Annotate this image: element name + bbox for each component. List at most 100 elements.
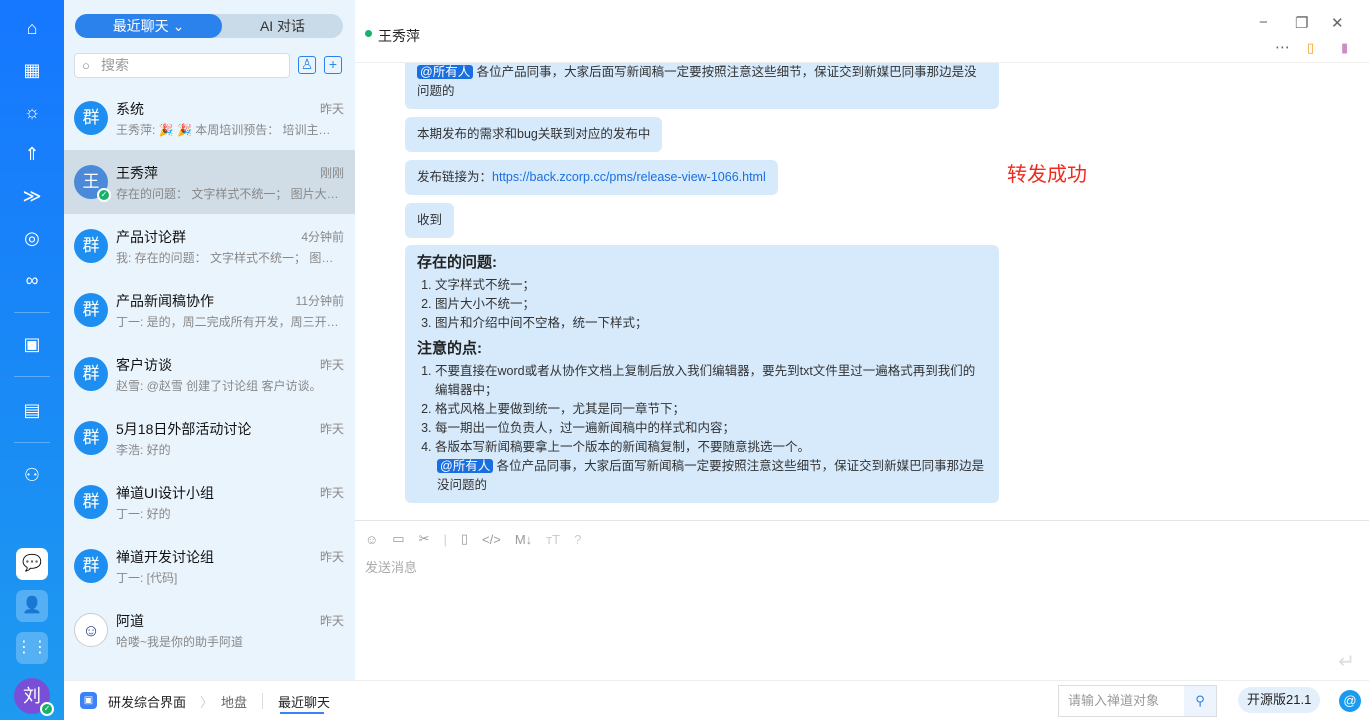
sidebar-toggle-icon[interactable]: ▮ xyxy=(1341,40,1348,56)
chat-avatar: 群 xyxy=(74,485,108,519)
grid-icon[interactable]: ▦ xyxy=(20,58,44,82)
markdown-icon[interactable]: M↓ xyxy=(515,532,532,547)
code-icon[interactable]: </> xyxy=(482,532,501,547)
chat-time: 昨天 xyxy=(319,422,344,436)
list-item: 不要直接在word或者从协作文档上复制后放入我们编辑器，要先到txt文件里过一遍… xyxy=(435,362,987,400)
message-bubble: 发布链接为：https://back.zcorp.cc/pms/release-… xyxy=(405,160,778,195)
footer-bar: ▣ 研发综合界面 〉 地盘 最近聊天 请输入禅道对象 ⚲ 开源版21.1 @ xyxy=(64,680,1369,720)
divider xyxy=(14,442,50,443)
chat-preview: 存在的问题： 文字样式不统一； 图片大… xyxy=(116,187,339,201)
chat-list-item[interactable]: 群 产品新闻稿协作 11分钟前 丁一: 是的，周二完成所有开发，周三开… xyxy=(64,278,355,342)
chat-name: 产品讨论群 xyxy=(116,229,186,245)
apps-button[interactable]: ⋮⋮ xyxy=(16,632,48,664)
mention-all[interactable]: @所有人 xyxy=(417,65,474,79)
list-item: 各版本写新闻稿要拿上一个版本的新闻稿复制，不要随意挑选一个。 xyxy=(435,438,987,457)
tab-ai-chat[interactable]: AI 对话 xyxy=(222,14,343,38)
chat-list-panel: 最近聊天 ⌄ AI 对话 ○ 搜索 ♙ + 群 系统 昨天 王秀萍: 🎉 🎉 本周… xyxy=(64,0,355,680)
chat-list-item[interactable]: 群 客户访谈 昨天 赵雪: @赵雪 创建了讨论组 客户访谈。 xyxy=(64,342,355,406)
message-bubble-rich: 存在的问题: 文字样式不统一；图片大小不统一；图片和介绍中间不空格，统一下样式；… xyxy=(405,245,999,503)
app-rail: ⌂ ▦ ☼ ⇑ ≫ ◎ ∞ ▣ ▤ ⚇ 💬 👤 ⋮⋮ 刘 ✓ xyxy=(0,0,64,720)
chat-avatar: 王 ✓ xyxy=(74,165,111,202)
team-icon[interactable]: ⚇ xyxy=(20,463,44,487)
chat-name: 禅道UI设计小组 xyxy=(116,485,214,501)
report-icon[interactable]: ▣ xyxy=(20,332,44,356)
chat-avatar: 群 xyxy=(74,229,108,263)
divider: | xyxy=(443,531,447,547)
home-icon[interactable]: ⌂ xyxy=(20,16,44,40)
chat-avatar: 群 xyxy=(74,101,108,135)
help-icon[interactable]: ? xyxy=(574,532,581,547)
sprint-icon[interactable]: ≫ xyxy=(20,184,44,208)
global-search-input[interactable]: 请输入禅道对象 ⚲ xyxy=(1058,685,1217,717)
breadcrumb-separator: 〉 xyxy=(200,695,214,710)
chat-time: 4分钟前 xyxy=(301,230,344,244)
message-input[interactable]: 发送消息 xyxy=(365,557,417,576)
online-status-icon xyxy=(365,30,372,37)
rocket-icon[interactable]: ⇑ xyxy=(20,142,44,166)
breadcrumb-recent-chat[interactable]: 最近聊天 xyxy=(278,692,330,711)
list-item: 图片和介绍中间不空格，统一下样式； xyxy=(435,314,987,333)
chat-name: 5月18日外部活动讨论 xyxy=(116,421,252,437)
mention-all[interactable]: @所有人 xyxy=(437,459,494,473)
search-input[interactable]: ○ 搜索 xyxy=(74,53,290,78)
chat-list-item[interactable]: 群 5月18日外部活动讨论 昨天 李浩: 好的 xyxy=(64,406,355,470)
user-avatar[interactable]: 刘 ✓ xyxy=(14,678,54,716)
add-chat-button[interactable]: + xyxy=(324,56,342,74)
version-badge[interactable]: 开源版21.1 xyxy=(1238,687,1321,713)
more-icon[interactable]: ⋯ xyxy=(1275,38,1290,56)
message-bubble: 收到 xyxy=(405,203,455,238)
lightbulb-icon[interactable]: ☼ xyxy=(20,100,44,124)
chat-avatar: 群 xyxy=(74,549,108,583)
message-editor: ☺ ▭ ✂ | ▯ </> M↓ ᴛT ? 发送消息 ↵ xyxy=(355,520,1369,680)
divider xyxy=(262,693,263,709)
emoji-icon[interactable]: ☺ xyxy=(365,532,378,547)
section-heading: 存在的问题: xyxy=(417,254,497,271)
devops-icon[interactable]: ∞ xyxy=(20,268,44,292)
contacts-button[interactable]: 👤 xyxy=(16,590,48,622)
active-tab-indicator xyxy=(280,712,324,714)
doc-icon[interactable]: ▤ xyxy=(20,398,44,422)
online-check-icon: ✓ xyxy=(97,188,111,202)
forward-success-toast: 转发成功 xyxy=(1007,164,1087,186)
chat-list-item[interactable]: 群 禅道UI设计小组 昨天 丁一: 好的 xyxy=(64,470,355,534)
chat-name: 禅道开发讨论组 xyxy=(116,549,214,565)
minimize-button[interactable]: − xyxy=(1259,14,1268,31)
restore-button[interactable]: ❐ xyxy=(1295,14,1308,32)
history-icon[interactable]: ▯ xyxy=(1307,40,1314,56)
contacts-icon[interactable]: ♙ xyxy=(298,56,316,74)
chat-list-item[interactable]: ☺ 阿道 昨天 哈喽~我是你的助手阿道 xyxy=(64,598,355,662)
text-format-icon[interactable]: ᴛT xyxy=(546,532,560,547)
chat-preview: 丁一: 好的 xyxy=(116,507,171,521)
chat-preview: 李浩: 好的 xyxy=(116,443,171,457)
chat-name: 阿道 xyxy=(116,613,144,629)
list-item: 每一期出一位负责人，过一遍新闻稿中的样式和内容； xyxy=(435,419,987,438)
image-icon[interactable]: ▭ xyxy=(392,531,404,547)
chat-preview: 丁一: [代码] xyxy=(116,571,178,585)
chat-name: 王秀萍 xyxy=(116,165,158,181)
chat-name: 产品新闻稿协作 xyxy=(116,293,214,309)
send-icon[interactable]: ↵ xyxy=(1338,649,1355,674)
breadcrumb-dashboard[interactable]: 地盘 xyxy=(221,692,247,711)
qa-icon[interactable]: ◎ xyxy=(20,226,44,250)
breadcrumb-app[interactable]: 研发综合界面 xyxy=(108,692,186,711)
release-link[interactable]: https://back.zcorp.cc/pms/release-view-1… xyxy=(492,170,766,184)
chat-list-item[interactable]: 群 系统 昨天 王秀萍: 🎉 🎉 本周培训预告： 培训主… xyxy=(64,86,355,150)
online-check-icon: ✓ xyxy=(40,702,54,716)
chat-preview: 王秀萍: 🎉 🎉 本周培训预告： 培训主… xyxy=(116,123,331,137)
chat-app-button[interactable]: 💬 xyxy=(16,548,48,580)
screenshot-icon[interactable]: ✂ xyxy=(419,531,430,547)
chat-list-item[interactable]: 群 产品讨论群 4分钟前 我: 存在的问题： 文字样式不统一； 图… xyxy=(64,214,355,278)
search-button[interactable]: ⚲ xyxy=(1184,686,1216,716)
divider xyxy=(14,312,50,313)
tab-recent-chats[interactable]: 最近聊天 ⌄ xyxy=(75,14,222,38)
chat-list-item[interactable]: 群 禅道开发讨论组 昨天 丁一: [代码] xyxy=(64,534,355,598)
chat-time: 昨天 xyxy=(319,358,344,372)
app-icon: ▣ xyxy=(80,692,97,709)
chat-list-item[interactable]: 王 ✓ 王秀萍 刚刚 存在的问题： 文字样式不统一； 图片大… xyxy=(64,150,355,214)
zentao-logo-icon[interactable]: @ xyxy=(1339,690,1361,712)
close-button[interactable]: ✕ xyxy=(1331,14,1344,32)
file-icon[interactable]: ▯ xyxy=(461,531,468,547)
chat-name: 系统 xyxy=(116,101,144,117)
list-item: 图片大小不统一； xyxy=(435,295,987,314)
chat-main: 王秀萍 − ❐ ✕ ⋯ ▯ ▮ @所有人 各位产品同事，大家后面写新闻稿一定要按… xyxy=(355,0,1369,680)
